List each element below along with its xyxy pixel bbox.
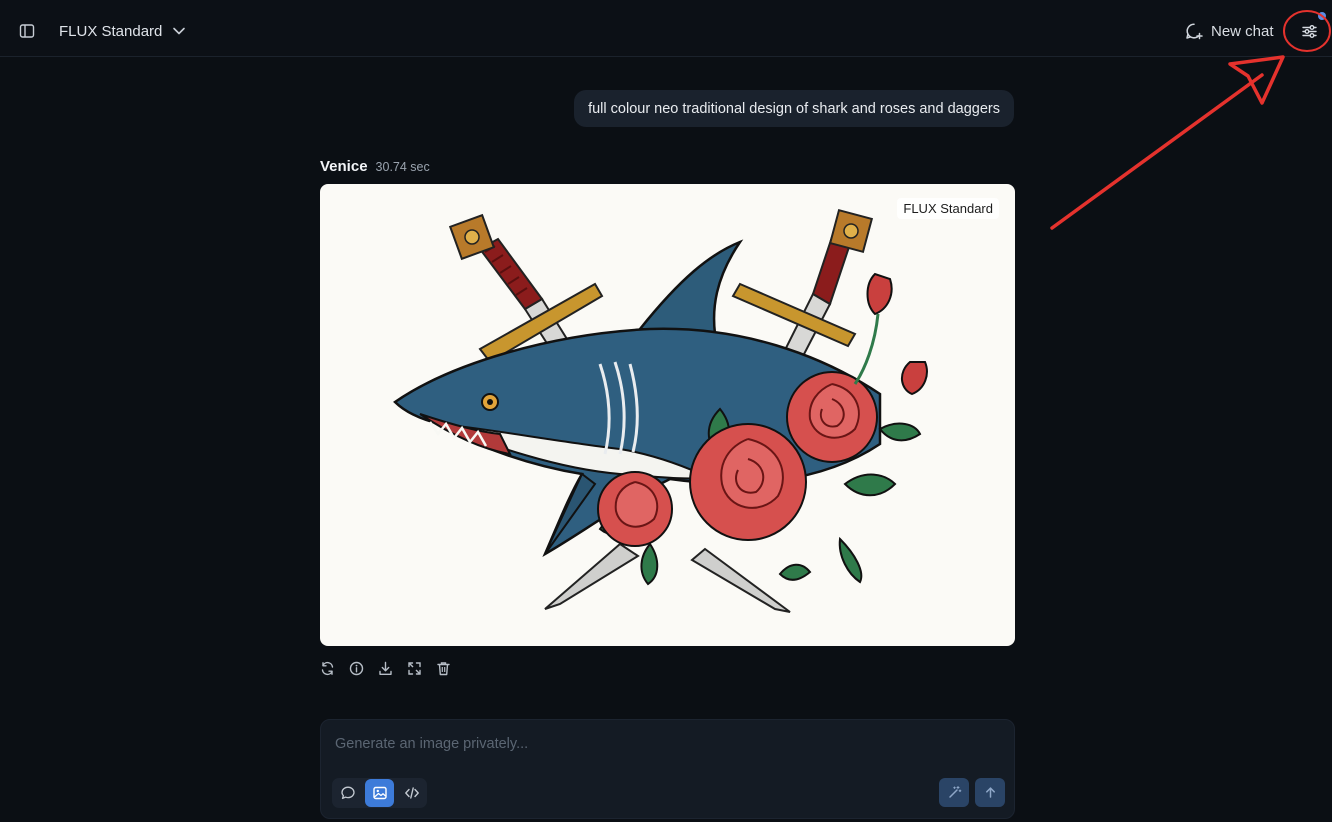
image-icon (372, 786, 387, 800)
expand-icon (407, 661, 421, 675)
regenerate-button[interactable] (318, 658, 336, 678)
download-button[interactable] (376, 658, 394, 678)
magic-wand-icon (948, 785, 961, 798)
assistant-name: Venice (320, 158, 368, 175)
download-icon (378, 661, 392, 675)
enhance-prompt-button[interactable] (939, 778, 969, 807)
image-info-button[interactable] (347, 658, 365, 678)
info-icon (349, 661, 363, 675)
sidebar-icon (19, 24, 35, 38)
new-chat-button[interactable]: New chat (1184, 18, 1274, 44)
chat-mode-button[interactable] (333, 779, 362, 807)
new-chat-icon (1186, 23, 1203, 40)
delete-button[interactable] (434, 658, 452, 678)
trash-icon (436, 661, 450, 675)
image-model-badge: FLUX Standard (897, 198, 999, 219)
code-icon (404, 787, 419, 799)
sliders-icon (1301, 24, 1317, 38)
refresh-icon (321, 661, 333, 675)
code-mode-button[interactable] (397, 779, 426, 807)
chevron-down-icon (173, 27, 186, 35)
annotation-arrow-shaft (1050, 73, 1264, 230)
settings-button[interactable] (1295, 17, 1323, 45)
model-name: FLUX Standard (59, 22, 163, 40)
annotation-arrowhead (1228, 55, 1285, 105)
assistant-header: Venice 30.74 sec (320, 158, 430, 175)
shark-roses-daggers-artwork (393, 208, 928, 613)
prompt-input[interactable] (335, 732, 995, 756)
notification-dot (1318, 12, 1326, 20)
prompt-composer (320, 719, 1015, 819)
arrow-up-icon (985, 787, 995, 798)
response-time: 30.74 sec (375, 160, 430, 174)
send-button[interactable] (975, 778, 1005, 807)
sidebar-toggle-button[interactable] (14, 18, 40, 44)
chat-icon (340, 786, 355, 800)
lower-blade-right (690, 547, 791, 613)
mode-switcher (332, 778, 427, 808)
top-bar: FLUX Standard New chat (0, 0, 1332, 57)
upscale-button[interactable] (405, 658, 423, 678)
user-message-bubble: full colour neo traditional design of sh… (574, 90, 1014, 127)
image-mode-button[interactable] (365, 779, 394, 807)
generated-image[interactable]: FLUX Standard (320, 184, 1015, 646)
image-actions-toolbar (318, 658, 452, 678)
lower-blade-left (544, 542, 640, 610)
model-selector[interactable]: FLUX Standard (59, 19, 186, 43)
new-chat-label: New chat (1211, 22, 1274, 40)
